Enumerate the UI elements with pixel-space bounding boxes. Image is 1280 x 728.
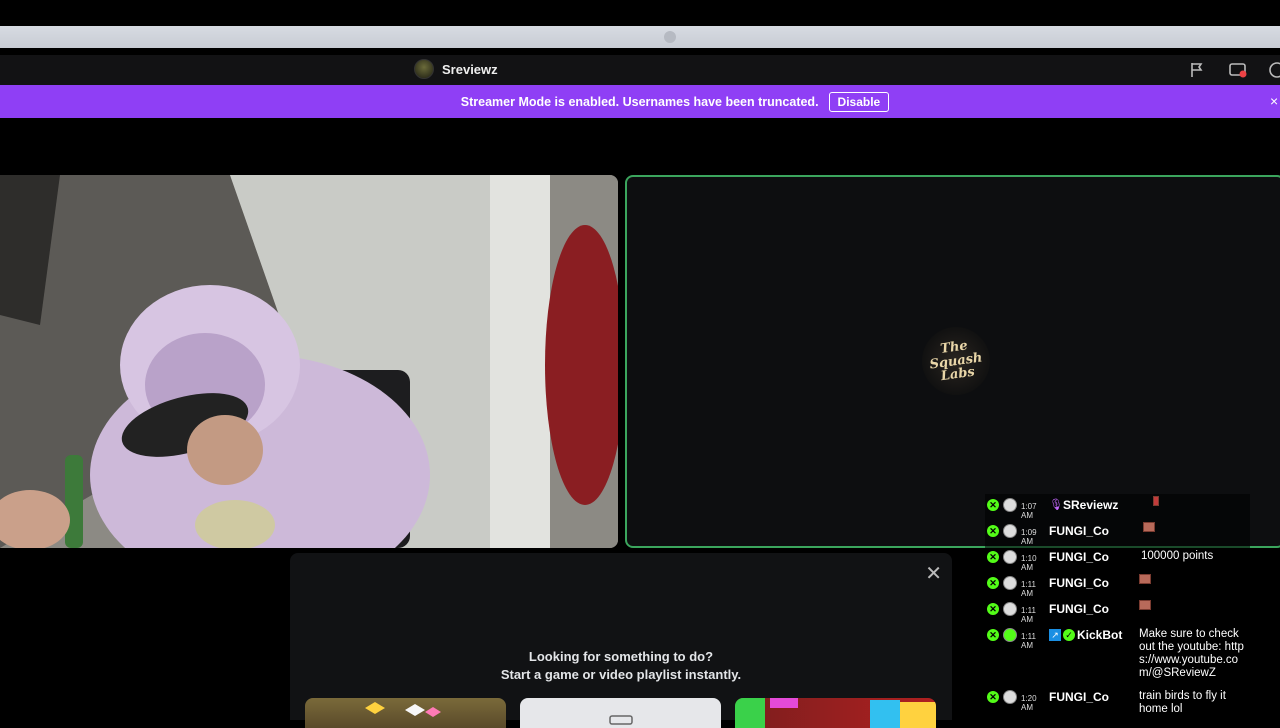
emote-icon <box>1139 600 1151 610</box>
chat-message: ✕ 1:11 AM FUNGI_Co <box>985 572 1250 598</box>
chat-message: ✕ 1:11 AM ↗ ✓ KickBot Make sure to check… <box>985 624 1250 680</box>
user-avatar <box>1003 498 1017 512</box>
message-time: 1:11 AM <box>1021 632 1036 650</box>
emote-icon <box>1153 496 1159 506</box>
message-text: Make sure to check out the youtube: http… <box>1139 628 1244 679</box>
chat-username: KickBot <box>1077 628 1123 642</box>
chat-message: ✕ 1:10 AM FUNGI_Co 100000 points <box>985 546 1250 572</box>
chat-message: ✕ 1:07 AM 🎙 SReviewz <box>985 494 1250 520</box>
emote-icon <box>1139 574 1151 584</box>
chat-message: ✕ 1:09 AM FUNGI_Co <box>985 520 1250 546</box>
stream-video-tile[interactable]: The Squash Labs <box>625 175 1280 548</box>
user-avatar <box>1003 690 1017 704</box>
activity-heading: Looking for something to do? <box>528 649 714 664</box>
banner-message: Streamer Mode is enabled. Usernames have… <box>460 94 819 109</box>
disable-button[interactable]: Disable <box>828 91 890 112</box>
close-icon[interactable]: ✕ <box>925 561 942 586</box>
chat-message: ✕ 1:20 AM FUNGI_Co train birds to fly it… <box>985 686 1250 716</box>
chat-message: ✕ 1:11 AM FUNGI_Co <box>985 598 1250 624</box>
chat-username: FUNGI_Co <box>1049 602 1109 616</box>
channel-header: Sreviewz <box>414 59 498 79</box>
moderator-badge-icon: ✕ <box>987 525 999 537</box>
moderator-badge-icon: ✕ <box>987 551 999 563</box>
bot-avatar <box>1003 628 1017 642</box>
verified-badge-icon: ✓ <box>1063 629 1075 641</box>
help-icon[interactable] <box>1268 61 1280 79</box>
logo-text: The Squash Labs <box>928 337 984 384</box>
chat-username: FUNGI_Co <box>1049 550 1109 564</box>
moderator-badge-icon: ✕ <box>987 691 999 703</box>
activity-launcher-panel: ✕ Looking for something to do? Start a g… <box>290 553 952 728</box>
mic-badge-icon: 🎙 <box>1049 499 1063 511</box>
message-time: 1:07 AM <box>1021 502 1037 520</box>
message-time: 1:11 AM <box>1021 606 1036 624</box>
webcam-image <box>0 175 618 548</box>
moderator-badge-icon: ✕ <box>987 499 999 511</box>
flag-icon[interactable] <box>1188 61 1206 79</box>
message-time: 1:20 AM <box>1021 694 1037 712</box>
chat-username: FUNGI_Co <box>1049 524 1109 538</box>
activity-subheading: Start a game or video playlist instantly… <box>500 667 742 682</box>
moderator-badge-icon: ✕ <box>987 629 999 641</box>
streamer-mode-banner: Streamer Mode is enabled. Usernames have… <box>0 85 1280 118</box>
top-strip <box>0 0 1280 26</box>
screen-share-icon[interactable] <box>1229 61 1247 79</box>
horizontal-scrollbar[interactable] <box>0 26 1280 48</box>
chat-username: SReviewz <box>1063 498 1119 512</box>
message-time: 1:11 AM <box>1021 580 1036 598</box>
chat-username: FUNGI_Co <box>1049 576 1109 590</box>
message-time: 1:09 AM <box>1021 528 1037 546</box>
scrollbar-thumb[interactable] <box>664 31 676 43</box>
user-avatar <box>1003 576 1017 590</box>
message-text: 100000 points <box>1141 550 1214 562</box>
bot-badge-icon: ↗ <box>1049 629 1061 641</box>
moderator-badge-icon: ✕ <box>987 603 999 615</box>
activity-card-watch[interactable] <box>520 698 721 728</box>
server-avatar <box>414 59 434 79</box>
user-avatar <box>1003 602 1017 616</box>
channel-title: Sreviewz <box>442 61 498 77</box>
banner-close-icon[interactable]: × <box>1270 93 1280 109</box>
message-time: 1:10 AM <box>1021 554 1037 572</box>
message-text: train birds to fly it home lol <box>1139 690 1226 715</box>
activity-card-game[interactable] <box>305 698 506 728</box>
webcam-video-tile[interactable] <box>0 175 618 548</box>
user-avatar <box>1003 550 1017 564</box>
activity-card-puzzle[interactable] <box>735 698 936 728</box>
user-avatar <box>1003 524 1017 538</box>
chat-username: FUNGI_Co <box>1049 690 1109 704</box>
chat-overlay: ✕ 1:07 AM 🎙 SReviewz ✕ 1:09 AM FUNGI_Co … <box>985 494 1250 716</box>
title-bar: Sreviewz <box>0 55 1280 85</box>
moderator-badge-icon: ✕ <box>987 577 999 589</box>
squash-labs-logo: The Squash Labs <box>922 327 990 395</box>
emote-icon <box>1143 522 1155 532</box>
